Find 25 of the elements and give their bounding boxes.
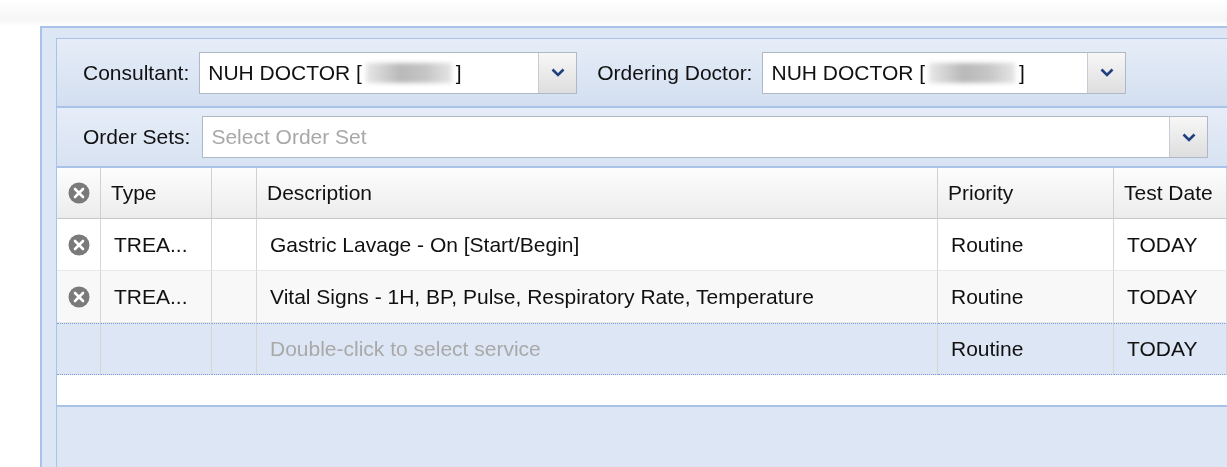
dropdown-button[interactable] — [1087, 52, 1126, 93]
column-header[interactable]: Description — [257, 168, 938, 219]
field-label: Order Sets: — [83, 125, 191, 149]
dropdown-button[interactable] — [538, 52, 577, 93]
column-header[interactable]: Type — [101, 168, 212, 219]
table-cell: TREA... — [101, 271, 212, 323]
consultant-dropdown[interactable]: NUH DOCTOR [ ] — [199, 51, 578, 94]
column-header[interactable]: Test Date — [1114, 168, 1227, 219]
table-cell: Vital Signs - 1H, BP, Pulse, Respiratory Rate, Temperature — [257, 271, 938, 323]
column-header — [212, 168, 257, 219]
table-cell: TODAY — [1114, 323, 1227, 375]
field-label: Ordering Doctor: — [597, 60, 753, 85]
field-label: Consultant: — [83, 60, 190, 85]
chevron-down-icon — [1181, 132, 1196, 142]
remove-row-icon[interactable] — [68, 285, 90, 308]
chevron-down-icon — [550, 68, 565, 77]
column-header[interactable]: Priority — [938, 168, 1114, 219]
table-cell: TODAY — [1114, 271, 1227, 323]
dropdown-button[interactable] — [1169, 117, 1208, 157]
table-cell: Routine — [938, 323, 1114, 375]
table-cell: Routine — [938, 271, 1114, 323]
chevron-down-icon — [1099, 68, 1114, 77]
remove-icon[interactable] — [68, 182, 90, 204]
ordering-doctor-dropdown[interactable]: NUH DOCTOR [ ] — [762, 51, 1127, 94]
remove-row-icon[interactable] — [68, 233, 90, 256]
